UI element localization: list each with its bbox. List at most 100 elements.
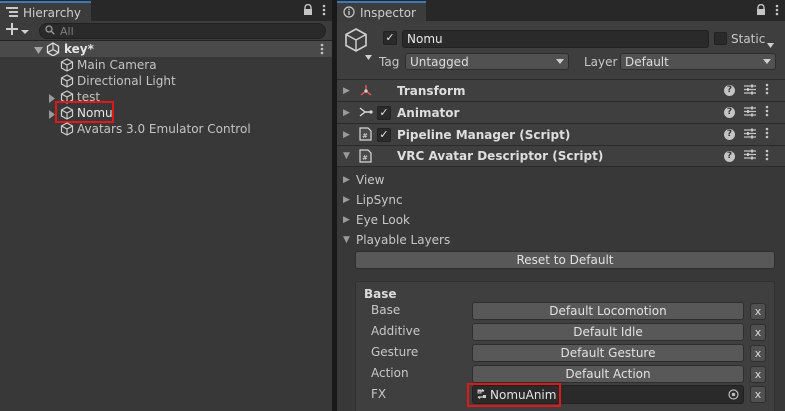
component-enabled-checkbox[interactable]: ✓ [377, 106, 391, 120]
layer-gesture-button[interactable]: Default Gesture [472, 344, 744, 362]
gameobject-cube-icon [60, 122, 74, 136]
transform-axis-icon [359, 83, 373, 100]
collapsed-triangle-icon: ▶ [343, 215, 350, 225]
active-checkbox[interactable]: ✓ [383, 31, 397, 45]
tag-dropdown[interactable]: Untagged [405, 53, 569, 70]
hierarchy-item-test[interactable]: test [0, 89, 332, 105]
tab-hierarchy-label: Hierarchy [23, 6, 82, 20]
gameobject-cube-icon [60, 90, 74, 104]
component-transform[interactable]: ▶ Transform ? [337, 79, 785, 101]
hierarchy-item-label: Avatars 3.0 Emulator Control [77, 122, 251, 136]
reset-to-default-button[interactable]: Reset to Default [355, 251, 775, 269]
help-icon[interactable]: ? [724, 107, 735, 118]
clear-base-button[interactable]: x [750, 303, 766, 320]
component-pipeline-manager[interactable]: ▶ # ✓ Pipeline Manager (Script) ? [337, 123, 785, 145]
collapsed-triangle-icon[interactable]: ▶ [343, 86, 350, 96]
create-dropdown-button[interactable] [6, 23, 29, 38]
inspector-panel: Inspector ✓ Nomu Static Tag Untagged Lay… [337, 0, 785, 411]
clear-additive-button[interactable]: x [750, 324, 766, 341]
svg-text:#: # [362, 132, 368, 140]
component-vrc-avatar-descriptor[interactable]: ▼ # VRC Avatar Descriptor (Script) ? [337, 145, 785, 167]
lock-icon[interactable] [756, 3, 766, 19]
layer-action-button[interactable]: Default Action [472, 365, 744, 383]
component-name: Pipeline Manager (Script) [397, 127, 571, 142]
expanded-triangle-icon[interactable]: ▼ [343, 151, 350, 161]
chevron-down-icon [21, 24, 29, 38]
base-header: Base [364, 287, 397, 301]
help-icon[interactable]: ? [724, 85, 735, 96]
component-enabled-checkbox[interactable]: ✓ [377, 128, 391, 142]
tag-label: Tag [379, 55, 400, 69]
icon-dropdown-arrow[interactable] [365, 49, 372, 63]
layer-label-additive: Additive [371, 324, 421, 338]
expanded-triangle-icon: ▼ [343, 235, 350, 245]
hierarchy-item-main-camera[interactable]: Main Camera [0, 57, 332, 73]
chevron-down-icon [556, 59, 564, 64]
collapsed-triangle-icon[interactable] [48, 92, 56, 106]
hierarchy-item-label: Directional Light [77, 74, 176, 88]
scene-more-options-icon[interactable] [320, 43, 324, 58]
more-options-icon[interactable] [322, 4, 326, 19]
collapsed-triangle-icon[interactable]: ▶ [343, 130, 350, 140]
plus-icon [6, 23, 18, 38]
preset-sliders-icon[interactable] [744, 128, 756, 142]
layer-additive-button[interactable]: Default Idle [472, 323, 744, 341]
tab-inspector[interactable]: Inspector [337, 1, 426, 21]
clear-gesture-button[interactable]: x [750, 345, 766, 362]
gameobject-cube-icon [60, 74, 74, 88]
tag-value: Untagged [410, 54, 469, 69]
more-options-icon[interactable] [775, 4, 779, 19]
foldout-view[interactable]: ▶ View [343, 171, 384, 189]
lock-icon[interactable] [303, 3, 313, 19]
layer-base-button[interactable]: Default Locomotion [472, 302, 744, 320]
object-picker-icon[interactable] [728, 389, 739, 403]
foldout-lipsync[interactable]: ▶ LipSync [343, 191, 403, 209]
help-icon[interactable]: ? [724, 150, 735, 162]
chevron-down-icon [763, 59, 771, 64]
fx-object-field[interactable]: NomuAnim [472, 385, 744, 404]
preset-sliders-icon[interactable] [744, 106, 756, 120]
preset-sliders-icon[interactable] [744, 84, 756, 98]
object-header: ✓ Nomu Static Tag Untagged Layer Default [337, 21, 785, 80]
collapsed-triangle-icon: ▶ [343, 175, 350, 185]
preset-sliders-icon[interactable] [744, 149, 756, 163]
expand-triangle-icon[interactable] [34, 44, 43, 58]
hierarchy-tab-bar: Hierarchy [0, 0, 332, 21]
layer-label-fx: FX [371, 387, 387, 401]
clear-fx-button[interactable]: x [750, 386, 766, 403]
static-dropdown-arrow[interactable] [767, 37, 774, 51]
collapsed-triangle-icon[interactable] [48, 108, 56, 122]
hierarchy-item-directional-light[interactable]: Directional Light [0, 73, 332, 89]
component-name: Transform [397, 83, 466, 98]
tab-inspector-label: Inspector [360, 6, 416, 20]
foldout-label: Eye Look [356, 213, 410, 227]
static-label[interactable]: Static [731, 32, 765, 46]
hierarchy-list-icon [6, 6, 18, 20]
collapsed-triangle-icon[interactable]: ▶ [343, 108, 350, 118]
component-menu-icon[interactable] [765, 83, 769, 98]
layer-dropdown[interactable]: Default [620, 53, 776, 70]
foldout-eye-look[interactable]: ▶ Eye Look [343, 211, 410, 229]
component-menu-icon[interactable] [765, 127, 769, 142]
hierarchy-toolbar: All [0, 21, 332, 41]
component-menu-icon[interactable] [765, 105, 769, 120]
svg-text:#: # [362, 154, 368, 162]
hierarchy-item-label: Nomu [77, 106, 113, 120]
clear-action-button[interactable]: x [750, 366, 766, 383]
object-name-value: Nomu [407, 32, 443, 46]
component-menu-icon[interactable] [765, 149, 769, 164]
search-input[interactable]: All [39, 23, 326, 39]
help-icon[interactable]: ? [724, 129, 735, 140]
foldout-label: View [356, 173, 385, 187]
animator-icon [359, 105, 373, 122]
static-checkbox[interactable] [714, 32, 727, 45]
collapsed-triangle-icon: ▶ [343, 195, 350, 205]
object-name-field[interactable]: Nomu [402, 30, 709, 48]
scene-row[interactable]: key* [0, 41, 332, 57]
tab-hierarchy[interactable]: Hierarchy [0, 1, 92, 21]
hierarchy-item-avatars-emulator[interactable]: Avatars 3.0 Emulator Control [0, 121, 332, 137]
foldout-playable-layers[interactable]: ▼ Playable Layers [343, 231, 450, 249]
component-animator[interactable]: ▶ ✓ Animator ? [337, 101, 785, 123]
hierarchy-item-label: Main Camera [77, 58, 157, 72]
hierarchy-item-nomu[interactable]: Nomu [0, 105, 332, 121]
